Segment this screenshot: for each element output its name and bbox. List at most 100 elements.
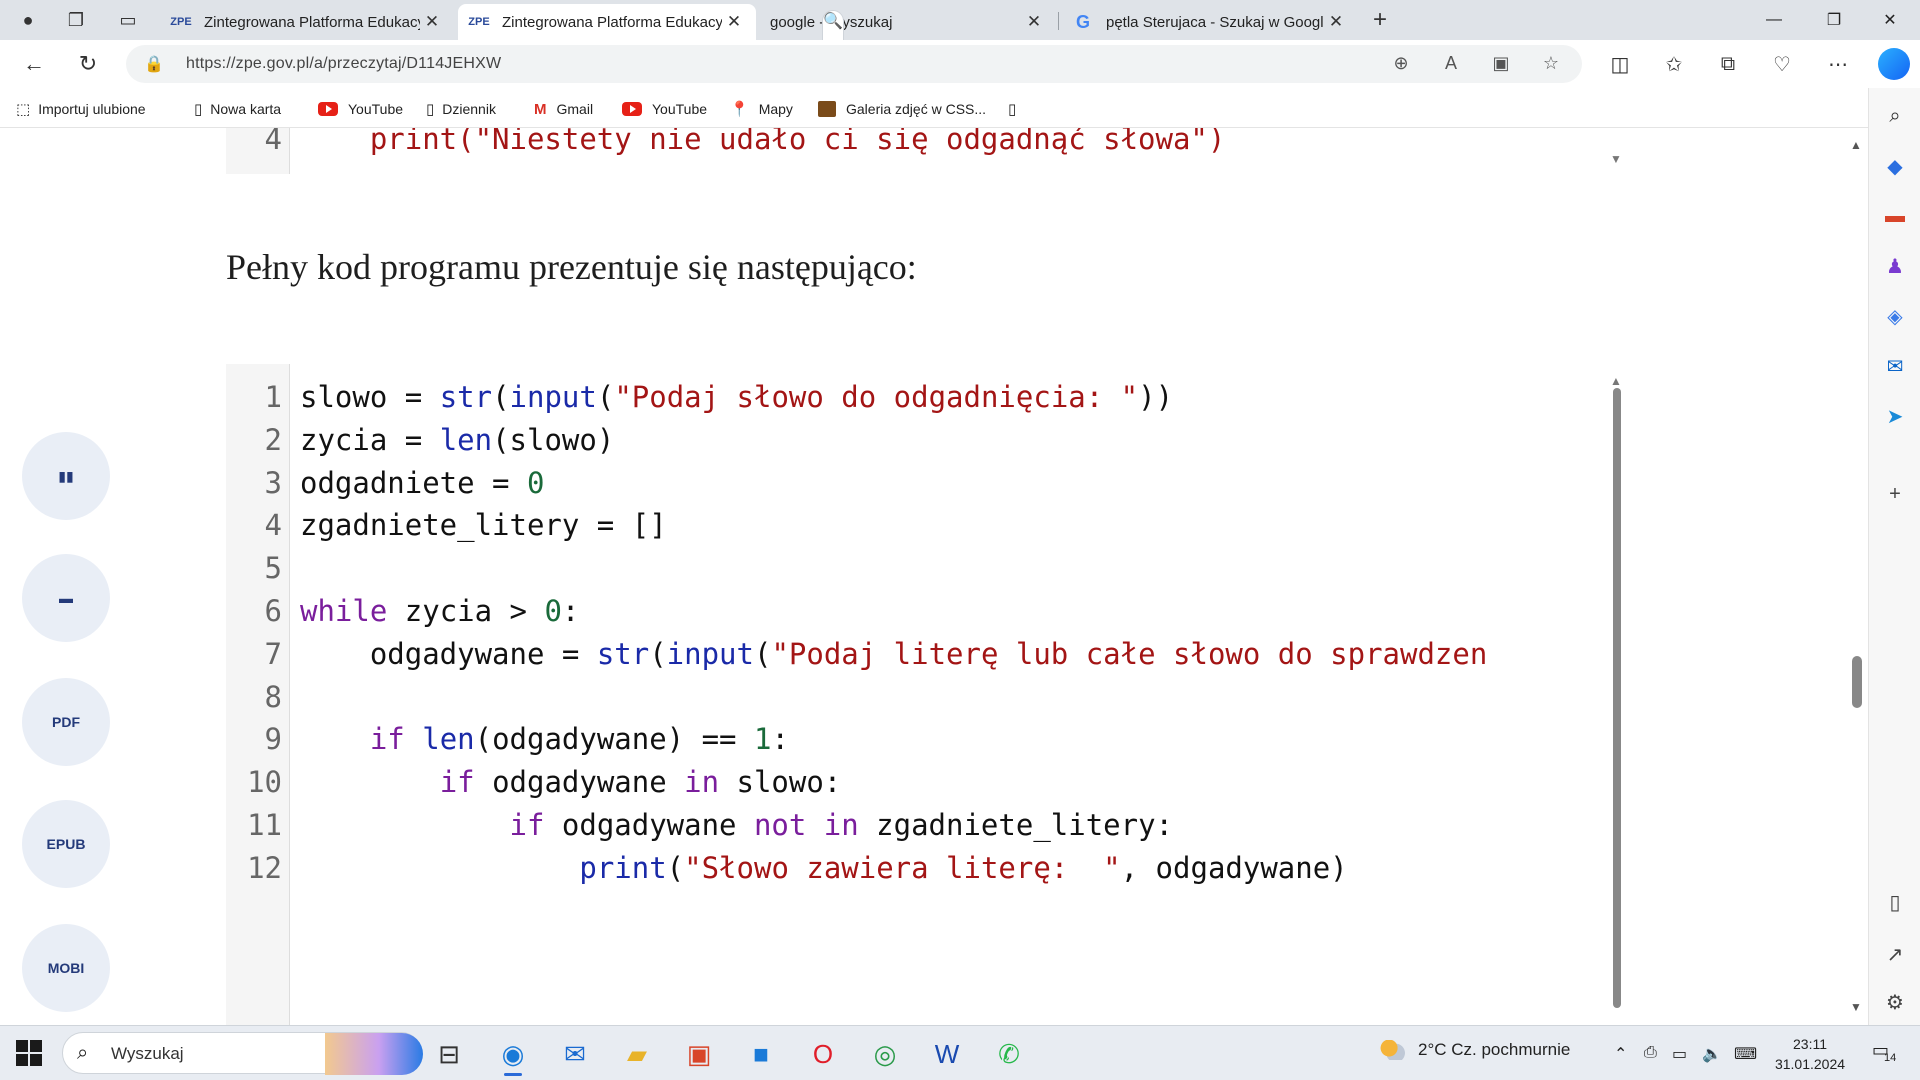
tab-zpe-1[interactable]: ZPE Zintegrowana Platforma Edukacy ✕ [160, 4, 454, 40]
office-taskbar-icon[interactable]: ▣ [676, 1032, 722, 1076]
code-scrollbar[interactable]: ▲ [1610, 374, 1622, 1014]
tab-google-petla[interactable]: G pętla Sterujaca - Szukaj w Googl ✕ [1062, 4, 1358, 40]
code-token: slowo = [300, 380, 440, 414]
lock-icon[interactable]: 🔒 [144, 54, 164, 74]
settings-gear-icon[interactable]: ⚙ [1881, 988, 1909, 1016]
copilot-icon[interactable] [1878, 48, 1910, 80]
close-tab-icon[interactable]: ✕ [1022, 12, 1046, 32]
word-taskbar-icon[interactable]: W [924, 1032, 970, 1076]
bookmark-youtube-1[interactable]: YouTube [318, 98, 403, 120]
collections-icon[interactable]: ⧉ [1710, 48, 1746, 80]
workspaces-icon[interactable]: ❐ [56, 4, 96, 36]
vertical-tabs-icon[interactable]: ▭ [108, 4, 148, 36]
code-token: (odgadywane) == [474, 722, 754, 757]
close-window-icon[interactable]: ✕ [1860, 0, 1920, 40]
bookmark-nowa-karta[interactable]: ▯ Nowa karta [194, 98, 281, 120]
bookmark-import-favorites[interactable]: ⬚ Importuj ulubione [16, 98, 146, 120]
close-tab-icon[interactable]: ✕ [722, 12, 746, 32]
mobi-button[interactable]: MOBI [22, 924, 110, 1012]
page-scrollbar[interactable]: ▲ ▼ [1844, 128, 1868, 1025]
split-screen-icon[interactable]: ◫ [1602, 48, 1638, 80]
profile-icon[interactable]: ● [8, 4, 48, 36]
taskbar-search[interactable]: ⌕ Wyszukaj [62, 1032, 423, 1075]
close-tab-icon[interactable]: ✕ [420, 12, 444, 32]
immersive-reader-icon[interactable]: ▣ [1488, 53, 1514, 75]
code-token: ( [649, 636, 667, 671]
tab-title: pętla Sterujaca - Szukaj w Googl [1106, 13, 1324, 31]
print-button[interactable]: ▬ [22, 554, 110, 642]
code-token: while [300, 594, 388, 628]
address-bar[interactable]: 🔒 https://zpe.gov.pl/a/przeczytaj/D114JE… [126, 45, 1582, 83]
search-icon[interactable]: ⌕ [1881, 102, 1909, 130]
scroll-down-arrow-icon[interactable]: ▼ [1610, 152, 1622, 166]
external-link-icon[interactable]: ↗ [1881, 940, 1909, 968]
url-text[interactable]: https://zpe.gov.pl/a/przeczytaj/D114JEHX… [186, 55, 501, 73]
volume-icon[interactable]: 🔈 [1702, 1044, 1722, 1064]
sidebar-panel-icon[interactable]: ▯ [1881, 888, 1909, 916]
bookmark-more[interactable]: ▯ [1008, 98, 1024, 120]
browser-essentials-icon[interactable]: ♡ [1764, 48, 1800, 80]
microsoft-365-icon[interactable]: ◈ [1881, 302, 1909, 330]
zoom-icon[interactable]: ⊕ [1388, 53, 1414, 75]
close-tab-icon[interactable]: ✕ [1324, 12, 1348, 32]
clock[interactable]: 23:11 31.01.2024 [1770, 1034, 1850, 1074]
bookmark-gmail[interactable]: M Gmail [534, 98, 593, 120]
read-aloud-icon[interactable]: A [1438, 53, 1464, 75]
read-book-button[interactable]: ▮▮ [22, 432, 110, 520]
scroll-up-arrow-icon[interactable]: ▲ [1610, 374, 1622, 388]
scroll-down-arrow-icon[interactable]: ▼ [1850, 1000, 1862, 1014]
code-line: if len(odgadywane) == 1: [300, 722, 1600, 756]
code-token: if [439, 765, 475, 800]
edge-taskbar-icon[interactable]: ◉ [490, 1032, 536, 1076]
page-scrollbar-thumb[interactable] [1852, 656, 1862, 708]
tab-zpe-2[interactable]: ZPE Zintegrowana Platforma Edukacy ✕ [458, 4, 756, 40]
code-token: : [561, 594, 580, 628]
minimize-icon[interactable]: — [1744, 0, 1804, 40]
keyboard-icon[interactable]: ⌨ [1734, 1044, 1757, 1064]
notification-center-icon[interactable]: ▭ 14 [1872, 1040, 1898, 1066]
weather-widget[interactable]: 2°C Cz. pochmurnie [1380, 1040, 1570, 1060]
task-view-icon[interactable]: ⊟ [426, 1032, 472, 1076]
lesson-paragraph: Pełny kod programu prezentuje się następ… [226, 247, 917, 287]
bookmark-galeria[interactable]: Galeria zdjęć w CSS... [818, 98, 986, 120]
notification-count: 14 [1884, 1052, 1897, 1064]
file-explorer-icon[interactable]: ▰ [614, 1032, 660, 1076]
opera-taskbar-icon[interactable]: O [800, 1032, 846, 1076]
line-number: 10 [247, 765, 282, 800]
code-token: input [509, 380, 597, 414]
code-token: odgadywane [474, 765, 685, 800]
store-taskbar-icon[interactable]: ■ [738, 1032, 784, 1076]
code-token: zycia = [300, 422, 440, 457]
tools-icon[interactable]: ▬ [1881, 202, 1909, 230]
whatsapp-taskbar-icon[interactable]: ✆ [986, 1032, 1032, 1076]
code-scrollbar-thumb[interactable] [1613, 388, 1621, 1008]
windows-start-icon[interactable] [16, 1040, 42, 1066]
chrome-taskbar-icon[interactable]: ◎ [862, 1032, 908, 1076]
bookmark-youtube-2[interactable]: YouTube [622, 98, 707, 120]
epub-button[interactable]: EPUB [22, 800, 110, 888]
battery-icon[interactable]: ▭ [1672, 1044, 1687, 1064]
back-icon[interactable]: ← [16, 46, 52, 82]
mail-taskbar-icon[interactable]: ✉ [552, 1032, 598, 1076]
code-token: print [579, 850, 667, 885]
meet-icon[interactable]: ⎙ [1644, 1044, 1657, 1062]
favorite-star-icon[interactable]: ☆ [1538, 53, 1564, 75]
games-icon[interactable]: ♟ [1881, 252, 1909, 280]
favorites-icon[interactable]: ✩ [1656, 48, 1692, 80]
outlook-icon[interactable]: ✉ [1881, 352, 1909, 380]
more-menu-icon[interactable]: ⋯ [1820, 48, 1856, 80]
drop-icon[interactable]: ➤ [1881, 402, 1909, 430]
bookmark-dziennik[interactable]: ▯ Dziennik [426, 98, 496, 120]
shopping-icon[interactable]: ◆ [1881, 152, 1909, 180]
bookmark-mapy[interactable]: 📍 Mapy [730, 98, 793, 120]
show-hidden-icons-icon[interactable]: ⌃ [1614, 1044, 1627, 1064]
restore-icon[interactable]: ❐ [1804, 0, 1864, 40]
code-token: zgadniete_litery = [] [300, 508, 667, 543]
refresh-icon[interactable]: ↻ [70, 46, 106, 82]
pdf-button[interactable]: PDF [22, 678, 110, 766]
scroll-up-arrow-icon[interactable]: ▲ [1850, 138, 1862, 152]
new-tab-button[interactable]: + [1362, 4, 1398, 36]
add-sidebar-app-icon[interactable]: + [1881, 480, 1909, 508]
windows-taskbar: ⌕ Wyszukaj ⊟ ◉ ✉ ▰ ▣ ■ O ◎ W ✆ 2°C Cz. p… [0, 1025, 1920, 1080]
tab-google-search[interactable]: 🔍 google - Wyszukaj ✕ [760, 4, 1056, 52]
